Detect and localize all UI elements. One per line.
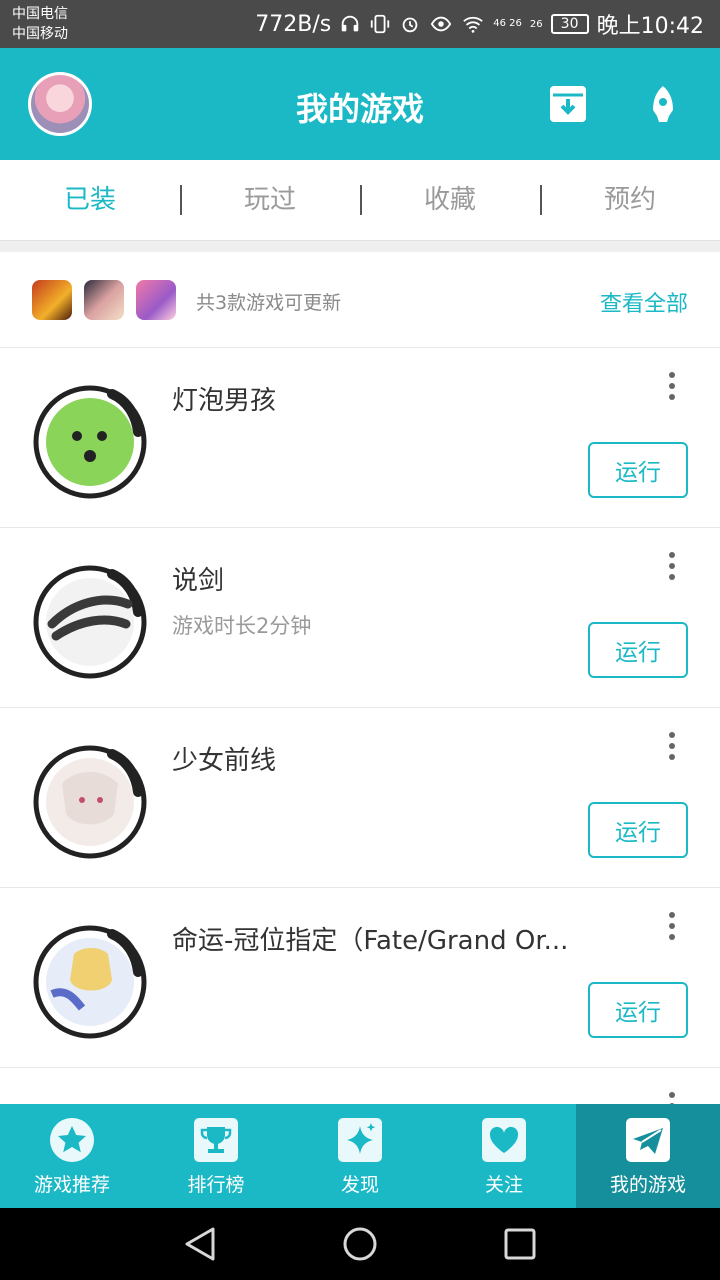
- more-options-button[interactable]: [660, 1090, 684, 1104]
- status-indicators: 772B/s 46 26 26 30 晚上10:42: [255, 0, 704, 48]
- nav-rankings[interactable]: 排行榜: [144, 1104, 288, 1208]
- list-item[interactable]: 命运-冠位指定（Fate/Grand Or... 运行: [0, 888, 720, 1068]
- run-button[interactable]: 运行: [588, 802, 688, 858]
- tab-reserved[interactable]: 预约: [540, 160, 720, 240]
- more-options-button[interactable]: [660, 550, 684, 582]
- view-all-link[interactable]: 查看全部: [600, 286, 688, 318]
- dot: [669, 563, 675, 569]
- update-game-icon: [84, 280, 124, 320]
- game-name: 命运-冠位指定（Fate/Grand Or...: [172, 926, 569, 956]
- carrier-2: 中国移动: [12, 26, 68, 42]
- download-box-icon: [550, 86, 586, 122]
- dot: [669, 732, 675, 738]
- dot: [669, 1092, 675, 1098]
- rocket-button[interactable]: [643, 84, 683, 124]
- dot: [669, 754, 675, 760]
- bottom-nav: 游戏推荐 排行榜 发现 关注 我的游戏: [0, 1104, 720, 1208]
- game-icon: [33, 565, 147, 679]
- trophy-icon: [193, 1118, 239, 1162]
- list-item-partial[interactable]: [0, 1068, 720, 1104]
- list-item[interactable]: 灯泡男孩 运行: [0, 348, 720, 528]
- game-subtitle: 游戏时长2分钟: [172, 614, 312, 638]
- game-icon: [33, 385, 147, 499]
- dot: [669, 383, 675, 389]
- game-name: 说剑: [172, 566, 225, 596]
- run-button[interactable]: 运行: [588, 442, 688, 498]
- paper-plane-icon: [625, 1118, 671, 1162]
- game-name: 灯泡男孩: [172, 386, 277, 416]
- more-options-button[interactable]: [660, 730, 684, 762]
- download-box-button[interactable]: [548, 84, 588, 124]
- update-count-text: 共3款游戏可更新: [196, 292, 342, 314]
- system-navigation-bar: [0, 1208, 720, 1280]
- list-item[interactable]: 说剑 游戏时长2分钟 运行: [0, 528, 720, 708]
- dot: [669, 912, 675, 918]
- run-button[interactable]: 运行: [588, 982, 688, 1038]
- run-button[interactable]: 运行: [588, 622, 688, 678]
- dot: [669, 372, 675, 378]
- network-speed: 772B/s: [255, 11, 332, 37]
- nav-label: 发现: [340, 1174, 379, 1196]
- wifi-icon: [461, 13, 485, 35]
- dot: [669, 394, 675, 400]
- heart-icon: [481, 1118, 527, 1162]
- star-icon: [49, 1118, 95, 1162]
- tab-bar: 已装 玩过 收藏 预约: [0, 160, 720, 240]
- recent-apps-icon[interactable]: [502, 1226, 538, 1262]
- nav-label: 排行榜: [187, 1174, 245, 1196]
- battery-icon: 30: [550, 14, 589, 34]
- dot: [669, 923, 675, 929]
- rocket-icon: [653, 86, 673, 122]
- carrier-info: 中国电信 中国移动: [12, 4, 68, 44]
- clock: 晚上10:42: [596, 14, 704, 39]
- nav-label: 游戏推荐: [33, 1174, 110, 1196]
- eye-icon: [429, 13, 453, 35]
- dot: [669, 934, 675, 940]
- more-options-button[interactable]: [660, 370, 684, 402]
- back-icon[interactable]: [182, 1226, 218, 1262]
- home-icon[interactable]: [342, 1226, 378, 1262]
- game-list[interactable]: 灯泡男孩 运行 说剑 游戏时长2分钟 运行 少女前线 运行 命运-冠位指定（Fa…: [0, 348, 720, 1104]
- nav-game-recommend[interactable]: 游戏推荐: [0, 1104, 144, 1208]
- game-icon: [33, 745, 147, 859]
- app-header: 我的游戏: [0, 48, 720, 160]
- carrier-1: 中国电信: [12, 6, 68, 22]
- headphones-icon: [339, 13, 361, 35]
- game-icon: [33, 925, 147, 1039]
- update-banner[interactable]: 共3款游戏可更新 查看全部: [0, 252, 720, 348]
- game-name: 少女前线: [172, 746, 277, 776]
- sparkle-icon: [337, 1118, 383, 1162]
- nav-label: 关注: [484, 1174, 523, 1196]
- page-title: 我的游戏: [295, 90, 424, 128]
- more-options-button[interactable]: [660, 910, 684, 942]
- list-item[interactable]: 少女前线 运行: [0, 708, 720, 888]
- update-game-icon: [32, 280, 72, 320]
- dot: [669, 552, 675, 558]
- tab-played[interactable]: 玩过: [180, 160, 360, 240]
- tab-favorites[interactable]: 收藏: [360, 160, 540, 240]
- vibrate-icon: [369, 13, 391, 35]
- signal-1-icon: 46 26: [493, 18, 522, 29]
- nav-follow[interactable]: 关注: [432, 1104, 576, 1208]
- dot: [669, 743, 675, 749]
- signal-2-icon: 26: [529, 18, 543, 30]
- nav-label: 我的游戏: [609, 1174, 686, 1196]
- alarm-icon: [399, 13, 421, 35]
- nav-my-games[interactable]: 我的游戏: [576, 1104, 720, 1208]
- section-divider: [0, 240, 720, 252]
- dot: [669, 574, 675, 580]
- tab-installed[interactable]: 已装: [0, 160, 180, 240]
- status-bar: 中国电信 中国移动 772B/s 46 26 26 30 晚上10:42: [0, 0, 720, 48]
- update-game-icon: [136, 280, 176, 320]
- nav-discover[interactable]: 发现: [288, 1104, 432, 1208]
